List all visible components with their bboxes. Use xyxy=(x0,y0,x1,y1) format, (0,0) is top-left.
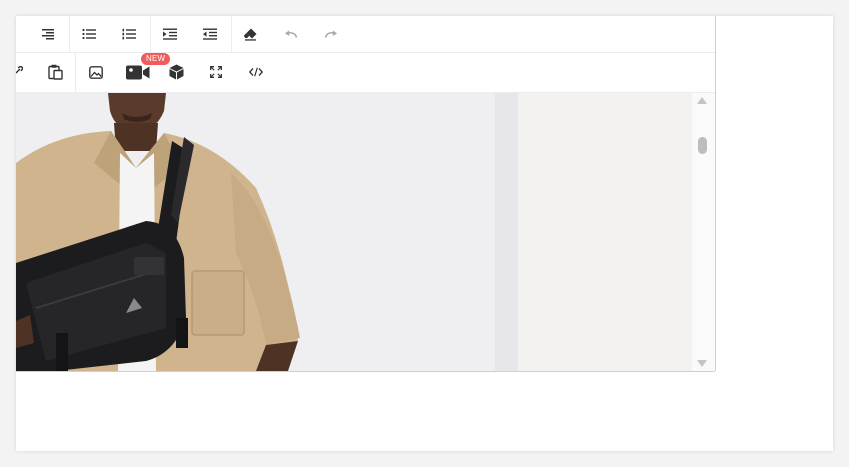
outdent-button[interactable] xyxy=(195,20,225,48)
paste-icon xyxy=(47,64,63,80)
redo-icon xyxy=(324,30,337,38)
toolbar-row-formatting xyxy=(16,16,715,53)
toolbar-separator xyxy=(75,52,76,92)
video-icon xyxy=(126,65,150,79)
model-with-crossbody-bag-image xyxy=(16,93,495,371)
rich-text-editor: NEW xyxy=(16,16,716,372)
toolbar-separator xyxy=(69,16,70,52)
numbered-list-icon xyxy=(122,28,136,40)
paste-button[interactable] xyxy=(40,58,70,86)
image-side-strip xyxy=(495,93,518,371)
editor-content-area[interactable] xyxy=(16,93,692,371)
insert-image-button[interactable] xyxy=(81,58,111,86)
indent-icon xyxy=(163,28,177,40)
bulleted-list-icon xyxy=(82,28,96,40)
clear-format-icon xyxy=(244,28,257,41)
bulleted-list-button[interactable] xyxy=(74,20,104,48)
scroll-down-arrow-icon[interactable] xyxy=(697,360,707,367)
numbered-list-button[interactable] xyxy=(114,20,144,48)
scroll-up-arrow-icon[interactable] xyxy=(697,97,707,104)
source-code-button[interactable] xyxy=(241,58,271,86)
align-right-button[interactable] xyxy=(33,20,63,48)
image-icon xyxy=(89,65,103,79)
3d-model-icon xyxy=(169,64,183,80)
product-photo[interactable] xyxy=(16,93,495,371)
redo-button[interactable] xyxy=(316,20,346,48)
page-card: NEW xyxy=(16,16,833,451)
undo-icon xyxy=(285,30,298,38)
undo-button[interactable] xyxy=(276,20,306,48)
clear-format-button[interactable] xyxy=(236,20,266,48)
source-code-icon xyxy=(249,67,263,77)
fullscreen-button[interactable] xyxy=(201,58,231,86)
align-right-icon xyxy=(42,29,54,40)
insert-3d-model-button[interactable] xyxy=(161,58,191,86)
fullscreen-icon xyxy=(210,66,222,78)
link-icon xyxy=(16,66,23,74)
link-button[interactable] xyxy=(16,58,32,86)
toolbar-separator xyxy=(231,16,232,52)
indent-button[interactable] xyxy=(155,20,185,48)
toolbar-row-insert: NEW xyxy=(16,52,715,93)
toolbar-separator xyxy=(150,16,151,52)
scrollbar-thumb[interactable] xyxy=(698,137,707,154)
outdent-icon xyxy=(203,28,217,40)
vertical-scrollbar[interactable] xyxy=(692,93,715,371)
